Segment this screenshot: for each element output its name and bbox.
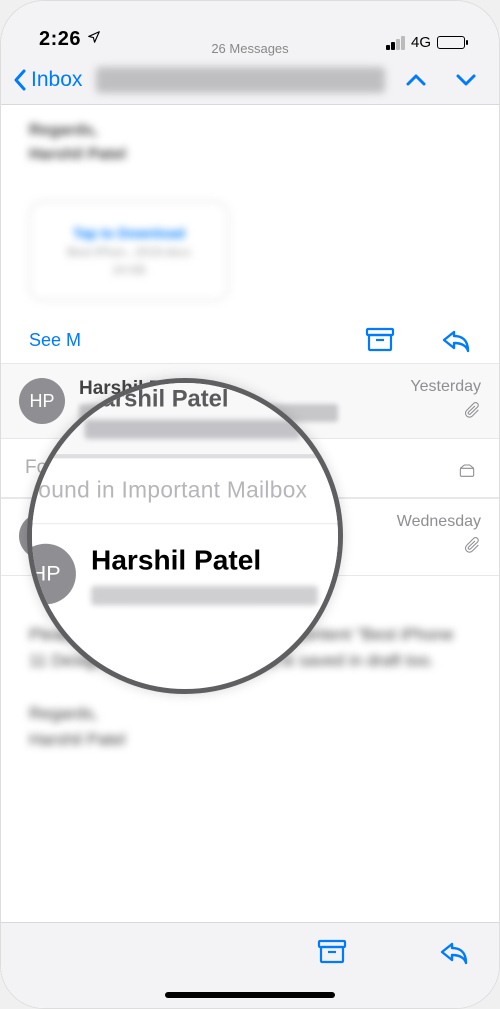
next-message-button[interactable] <box>455 73 477 87</box>
see-more-link[interactable]: See M <box>29 330 81 351</box>
back-label: Inbox <box>31 68 82 92</box>
avatar: HP <box>27 544 76 604</box>
sender-name: Harshil Patel <box>85 385 301 413</box>
chevron-left-icon <box>13 69 27 91</box>
mailbox-icon <box>459 463 475 479</box>
archive-button[interactable] <box>317 939 347 965</box>
paperclip-icon <box>465 402 481 418</box>
thread-date: Yesterday <box>410 378 481 396</box>
bottom-toolbar <box>1 922 499 1008</box>
signature-line: Harshil Patel <box>29 727 471 753</box>
section-label-text: Found in Important Mailbox <box>27 458 343 524</box>
magnifier-callout: HP Harshil Patel Found in Important Mail… <box>27 378 343 694</box>
reply-button[interactable] <box>439 939 469 965</box>
prev-message-button[interactable] <box>405 73 427 87</box>
archive-button[interactable] <box>365 327 395 353</box>
message-count: 26 Messages <box>1 41 499 56</box>
thread-date: Wednesday <box>397 513 481 531</box>
attachment-title: Tap to Download <box>73 225 185 241</box>
preview-text <box>91 586 318 605</box>
signature-line: Regards, <box>29 119 471 143</box>
attachment-filename: Best iPhon...2019.docx <box>67 245 190 259</box>
back-button[interactable]: Inbox <box>13 68 82 92</box>
nav-title <box>96 67 385 93</box>
home-indicator[interactable] <box>165 992 335 998</box>
signature-line: Harshil Patel <box>29 143 471 167</box>
attachment-card[interactable]: Tap to Download Best iPhon...2019.docx 2… <box>29 201 229 301</box>
attachment-size: 24 KB <box>113 263 146 277</box>
preview-text <box>85 420 301 439</box>
paperclip-icon <box>465 537 481 553</box>
sender-name: Harshil Patel <box>91 544 318 577</box>
signature-line: Regards, <box>29 701 471 727</box>
reply-button[interactable] <box>441 327 471 353</box>
avatar: HP <box>27 385 69 441</box>
nav-bar: 26 Messages Inbox <box>1 55 499 105</box>
